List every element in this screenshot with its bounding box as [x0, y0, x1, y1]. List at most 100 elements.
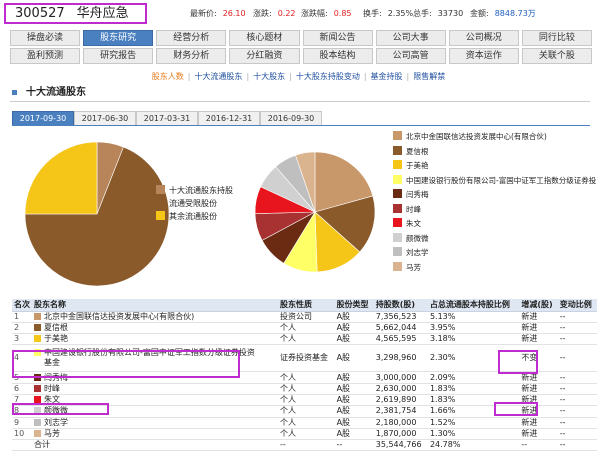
legend-swatch: [156, 198, 165, 207]
subnav-link[interactable]: 十大流通股东: [194, 72, 242, 81]
rank-cell: 10: [12, 428, 32, 441]
legend-swatch: [156, 185, 165, 194]
column-header: 股份类型: [334, 299, 374, 312]
nav-tab[interactable]: 股东研究: [83, 30, 154, 46]
pct-cell: --: [557, 383, 597, 395]
change-cell: 新进: [519, 405, 558, 418]
type-cell: A股: [334, 311, 374, 323]
date-tab[interactable]: 2016-09-30: [260, 111, 322, 126]
ratio-cell: 3.95%: [427, 322, 520, 335]
bullet-icon: [12, 89, 17, 95]
holder-color-swatch: [34, 349, 41, 357]
nature-cell: 个人: [277, 383, 335, 395]
nav-tab[interactable]: 公司大事: [375, 30, 446, 46]
subnav-link[interactable]: 十大股东持股变动: [296, 72, 360, 81]
nav-tab[interactable]: 财务分析: [156, 48, 227, 64]
legend-label: 流通受限股份: [169, 199, 217, 208]
rank-cell: 7: [12, 394, 32, 407]
holder-name-cell: 时峰: [32, 383, 278, 395]
ratio-cell: 2.09%: [427, 371, 520, 384]
nav-tab[interactable]: 核心题材: [229, 30, 300, 46]
rank-cell: [12, 439, 32, 452]
nav-tab[interactable]: 操盘必读: [10, 30, 81, 46]
subnav-link[interactable]: 基金持股: [371, 72, 403, 81]
change-cell: 新进: [519, 383, 558, 395]
legend-label: 朱文: [406, 219, 421, 228]
nav-tab[interactable]: 同行比较: [521, 30, 592, 46]
nav-tab[interactable]: 分红融资: [229, 48, 300, 64]
shares-cell: 7,356,523: [373, 311, 428, 323]
ratio-cell: 24.78%: [427, 439, 520, 452]
quote-label: 涨跌幅:: [301, 9, 328, 18]
pct-cell: --: [557, 394, 597, 407]
type-cell: A股: [334, 417, 374, 429]
holder-name-cell: 北京中金国联信达投资发展中心(有限合伙): [32, 311, 278, 323]
holder-name: 颜微微: [44, 406, 68, 416]
rank-cell: 6: [12, 383, 32, 395]
column-header: 股东名称: [32, 299, 278, 312]
legend-swatch: [393, 218, 402, 227]
legend-swatch: [393, 131, 402, 140]
table-row: 5 闫秀梅 个人 A股 3,000,000 2.09% 新进 --: [12, 371, 597, 384]
holder-name: 中国建设银行股份有限公司-富国中证军工指数分级证券投资基金: [44, 348, 255, 368]
nav-tab[interactable]: 盈利预测: [10, 48, 81, 64]
rank-cell: 1: [12, 311, 32, 323]
quote-value: 0.22: [277, 9, 296, 18]
holder-name: 朱文: [44, 395, 60, 405]
legend-item: 夏信根: [393, 145, 596, 161]
table-row: 2 夏信根 个人 A股 5,662,044 3.95% 新进 --: [12, 322, 597, 335]
nature-cell: 证券投资基金: [277, 344, 335, 373]
change-cell: --: [519, 439, 558, 452]
shares-cell: 3,298,960: [373, 344, 428, 373]
column-header: 增减(股): [519, 299, 558, 312]
holder-name-cell: 颜微微: [32, 405, 278, 418]
nav-tab[interactable]: 关联个股: [521, 48, 592, 64]
legend-swatch: [393, 189, 402, 198]
nav-tab[interactable]: 公司概况: [448, 30, 519, 46]
date-tab[interactable]: 2017-03-31: [136, 111, 198, 126]
quote-value: 8848.73万: [494, 9, 536, 18]
subnav-link[interactable]: 十大股东: [253, 72, 285, 81]
subnav-link[interactable]: 限售解禁: [413, 72, 445, 81]
main-nav: 操盘必读 股东研究 经营分析 核心题材 新闻公告 公司大事 公司概况 同行比较 盈利预测 研究报…: [10, 30, 592, 66]
change-cell: 新进: [519, 417, 558, 429]
nature-cell: 个人: [277, 428, 335, 441]
type-cell: --: [334, 439, 374, 452]
nav-tab[interactable]: 资本运作: [448, 48, 519, 64]
date-tabs: 2017-09-30 2017-06-30 2017-03-31 2016-12-31…: [12, 111, 322, 126]
column-header: 持股数(股): [373, 299, 428, 312]
legend-label: 北京中金国联信达投资发展中心(有限合伙): [406, 132, 547, 141]
nav-tab[interactable]: 股本结构: [302, 48, 373, 64]
legend-item: 闫秀梅: [393, 189, 596, 204]
ratio-cell: 2.30%: [427, 344, 520, 373]
legend-item: 朱文: [393, 218, 596, 233]
nav-tab[interactable]: 研究报告: [83, 48, 154, 64]
total-label: 合计: [32, 439, 278, 452]
change-cell: 新进: [519, 371, 558, 384]
table-row: 7 朱文 个人 A股 2,619,890 1.83% 新进 --: [12, 394, 597, 407]
holder-color-swatch: [34, 430, 41, 438]
column-header: 占总流通股本持股比例: [427, 299, 520, 312]
holder-color-swatch: [34, 407, 41, 415]
legend-swatch: [393, 174, 402, 184]
subnav-link[interactable]: 股东人数: [152, 72, 184, 81]
total-row: 合计 -- -- 35,544,766 24.78% -- --: [12, 439, 597, 452]
type-cell: A股: [334, 405, 374, 418]
date-tab[interactable]: 2017-06-30: [74, 111, 136, 126]
nav-tab[interactable]: 公司高管: [375, 48, 446, 64]
nav-tab[interactable]: 新闻公告: [302, 30, 373, 46]
ratio-cell: 1.83%: [427, 394, 520, 407]
change-cell: 不变: [519, 344, 558, 373]
pct-cell: --: [557, 344, 597, 373]
nav-row-1: 操盘必读 股东研究 经营分析 核心题材 新闻公告 公司大事 公司概况 同行比较: [10, 30, 592, 46]
quote-label: 涨跌:: [253, 9, 272, 18]
legend-swatch: [393, 232, 402, 242]
nav-tab[interactable]: 经营分析: [156, 30, 227, 46]
type-cell: A股: [334, 333, 374, 346]
date-tab[interactable]: 2017-09-30: [12, 111, 74, 126]
section-header: 十大流通股东: [10, 86, 590, 102]
sub-nav: 股东人数 | 十大流通股东 | 十大股东 | 十大股东持股变动 | 基金持股 | 限售解禁: [0, 70, 597, 86]
shares-cell: 2,630,000: [373, 383, 428, 395]
shares-cell: 35,544,766: [373, 439, 428, 452]
date-tab[interactable]: 2016-12-31: [198, 111, 260, 126]
